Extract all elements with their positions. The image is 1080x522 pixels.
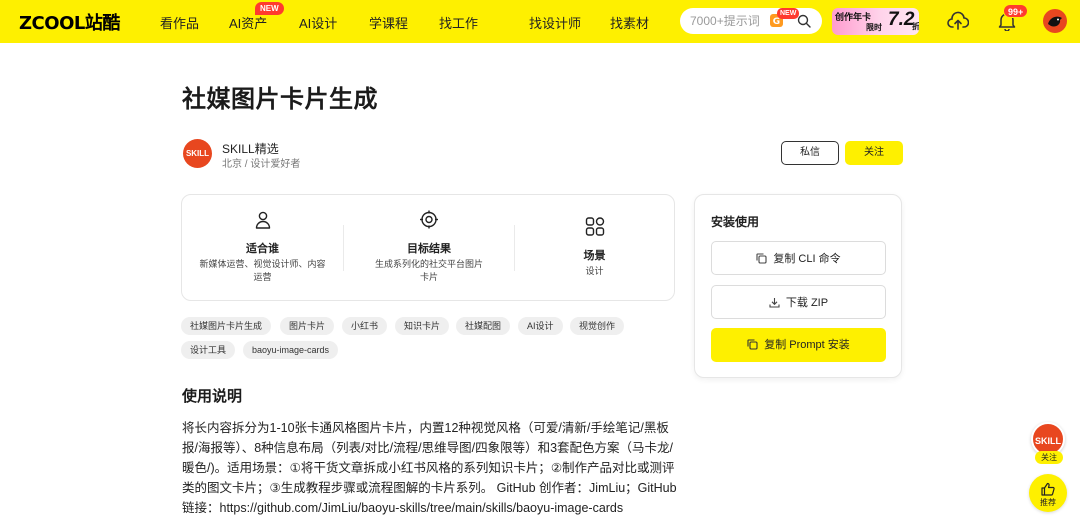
- user-icon: [255, 211, 270, 229]
- notification-count-badge: 99+: [1003, 4, 1029, 18]
- thumbs-up-icon: [1041, 482, 1055, 496]
- info-audience: 适合谁 新媒体运营、视觉设计师、内容运营: [182, 195, 343, 300]
- search-box: G: [680, 8, 822, 34]
- avatar-bird-icon: [1048, 16, 1062, 27]
- skill-info-card: 适合谁 新媒体运营、视觉设计师、内容运营 目标结果 生成系列化的社交平台图片卡片…: [181, 194, 675, 301]
- tag[interactable]: baoyu-image-cards: [243, 341, 339, 359]
- tag[interactable]: 设计工具: [181, 341, 236, 359]
- tag[interactable]: AI设计: [518, 317, 563, 335]
- info-goal: 目标结果 生成系列化的社交平台图片卡片: [344, 195, 514, 300]
- install-panel-title: 安装使用: [711, 215, 760, 229]
- tag[interactable]: 社媒图片卡片生成: [181, 317, 272, 335]
- tag[interactable]: 社媒配图: [456, 317, 511, 335]
- tag[interactable]: 小红书: [342, 317, 388, 335]
- nav-item-jobs[interactable]: 找工作: [439, 13, 478, 32]
- copy-cli-label: 复制 CLI 命令: [773, 253, 841, 265]
- download-zip-label: 下载 ZIP: [785, 297, 829, 309]
- copy-cli-button[interactable]: 复制 CLI 命令: [711, 241, 886, 275]
- usage-description: 将长内容拆分为1-10张卡通风格图片卡片，内置12种视觉风格（可爱/清新/手绘笔…: [182, 421, 677, 515]
- info-audience-desc: 新媒体运营、视觉设计师、内容运营: [199, 259, 326, 282]
- follow-button[interactable]: 关注: [845, 141, 903, 165]
- upload-cloud-icon[interactable]: [947, 11, 969, 31]
- copy-prompt-button[interactable]: 复制 Prompt 安装: [711, 328, 886, 362]
- download-zip-button[interactable]: 下载 ZIP: [711, 285, 886, 319]
- nav-item-ai-design[interactable]: AI设计: [299, 13, 337, 32]
- author-meta: 北京 / 设计爱好者: [222, 159, 301, 170]
- nav-item-ai-assets[interactable]: AI资产: [229, 13, 267, 32]
- promo-banner[interactable]: 创作年卡 限时 7.2 折: [832, 8, 919, 35]
- target-icon: [420, 210, 438, 229]
- floating-follow-button[interactable]: 关注: [1035, 451, 1063, 464]
- tag[interactable]: 视觉创作: [570, 317, 625, 335]
- top-nav-bar: ZCOOL站酷 看作品 AI资产 NEW AI设计 学课程 找工作 找设计师 找…: [0, 0, 1080, 43]
- info-scene-label: 场景: [583, 250, 606, 262]
- message-button[interactable]: 私信: [781, 141, 839, 165]
- info-goal-label: 目标结果: [407, 243, 451, 255]
- user-avatar[interactable]: [1043, 9, 1067, 33]
- nav-item-works[interactable]: 看作品: [160, 13, 199, 32]
- copy-icon: [756, 253, 767, 264]
- site-logo[interactable]: ZCOOL站酷: [19, 9, 120, 35]
- nav-item-designers[interactable]: 找设计师: [529, 13, 581, 32]
- promo-line2: 限时: [866, 23, 882, 32]
- tag[interactable]: 知识卡片: [395, 317, 450, 335]
- promo-unit: 折: [912, 22, 919, 31]
- nav-item-courses[interactable]: 学课程: [369, 13, 408, 32]
- promo-price: 7.2: [888, 9, 915, 30]
- info-goal-desc: 生成系列化的社交平台图片卡片: [374, 259, 483, 282]
- copy-icon: [747, 339, 758, 350]
- new-badge: NEW: [255, 2, 284, 15]
- usage-section-title: 使用说明: [182, 388, 243, 405]
- floating-recommend-button[interactable]: 推荐: [1029, 474, 1067, 512]
- grid-icon: [585, 217, 604, 236]
- download-icon: [769, 298, 780, 308]
- page-title: 社媒图片卡片生成: [182, 86, 378, 113]
- copy-prompt-label: 复制 Prompt 安装: [764, 339, 850, 351]
- install-panel: 安装使用 复制 CLI 命令 下载 ZIP 复制 Prompt 安装: [694, 194, 902, 378]
- info-scene: 场景 设计: [515, 195, 674, 300]
- info-audience-label: 适合谁: [246, 243, 279, 255]
- info-scene-desc: 设计: [585, 266, 604, 276]
- search-new-badge: NEW: [777, 8, 800, 19]
- search-icon[interactable]: [797, 14, 811, 28]
- search-input[interactable]: [690, 8, 774, 34]
- tag[interactable]: 图片卡片: [280, 317, 335, 335]
- nav-item-materials[interactable]: 找素材: [610, 13, 649, 32]
- floating-recommend-label: 推荐: [1040, 498, 1056, 507]
- author-avatar[interactable]: SKILL: [183, 139, 212, 168]
